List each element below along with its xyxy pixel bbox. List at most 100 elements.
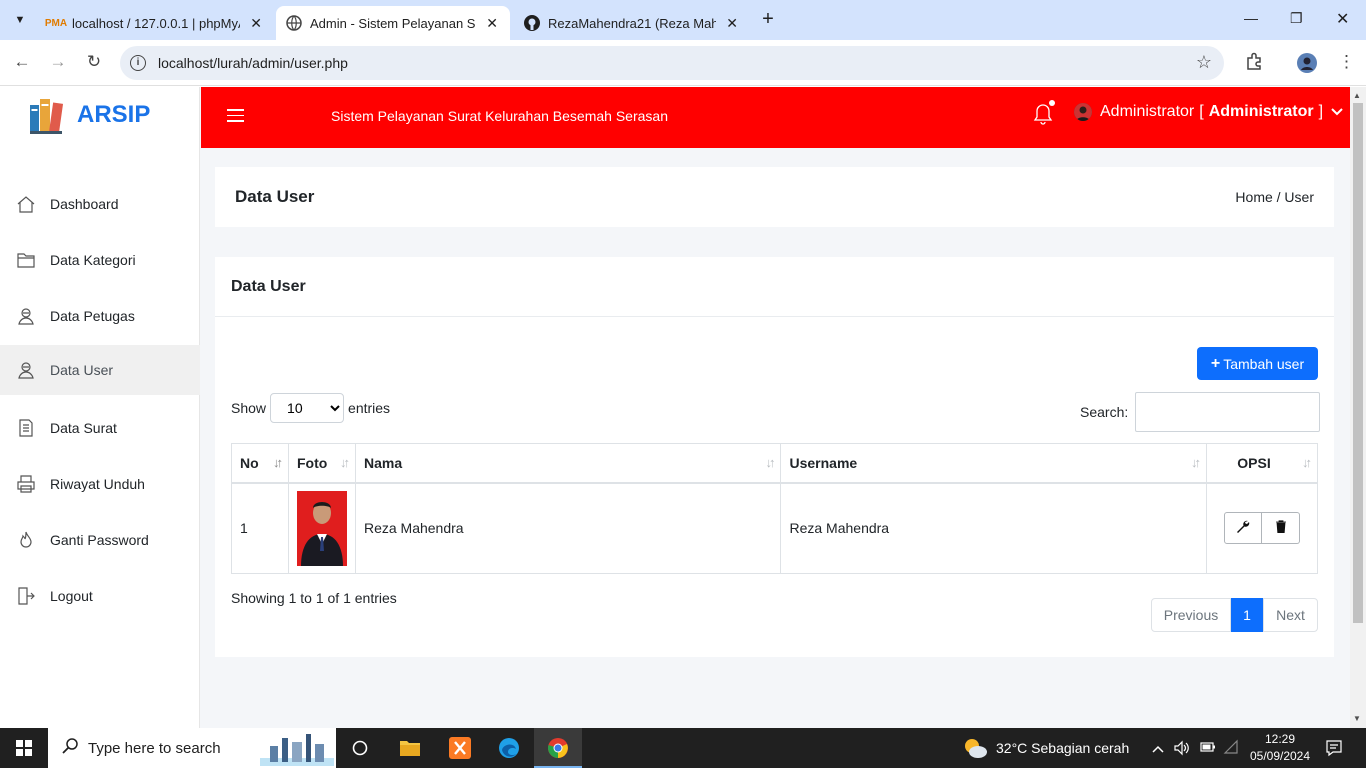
action-group xyxy=(1215,512,1309,545)
column-header-username[interactable]: Username ↓↑ xyxy=(780,443,1207,484)
sidebar-item-data-user[interactable]: Data User xyxy=(0,345,200,395)
user-icon xyxy=(15,305,37,327)
chevron-up-icon[interactable] xyxy=(1152,740,1164,756)
sort-icon: ↓↑ xyxy=(1302,455,1312,470)
web-page: ARSIP Dashboard Data Kategori Data Petug… xyxy=(0,87,1350,728)
scrollbar-thumb[interactable] xyxy=(1353,103,1363,623)
page-length-select[interactable]: 10 xyxy=(270,393,345,423)
address-bar[interactable]: i localhost/lurah/admin/user.php ☆ xyxy=(120,46,1224,80)
xampp-icon[interactable] xyxy=(448,736,472,760)
extensions-icon[interactable] xyxy=(1245,52,1263,75)
sidebar-item-data-kategori[interactable]: Data Kategori xyxy=(0,235,200,285)
taskbar-clock[interactable]: 12:29 05/09/2024 xyxy=(1246,731,1314,765)
sidebar-item-riwayat-unduh[interactable]: Riwayat Unduh xyxy=(0,459,200,509)
card-divider xyxy=(215,316,1334,317)
bookmark-star-icon[interactable]: ☆ xyxy=(1196,52,1212,73)
column-header-foto[interactable]: Foto ↓↑ xyxy=(287,443,356,484)
brand[interactable]: ARSIP xyxy=(28,95,150,135)
edge-icon[interactable] xyxy=(497,736,521,760)
speaker-icon[interactable] xyxy=(1174,740,1190,759)
sidebar-item-data-petugas[interactable]: Data Petugas xyxy=(0,291,200,341)
column-header-nama[interactable]: Nama ↓↑ xyxy=(354,443,782,484)
add-user-label: Tambah user xyxy=(1223,355,1305,372)
top-navbar: Sistem Pelayanan Surat Kelurahan Besemah… xyxy=(201,87,1350,148)
chrome-icon[interactable] xyxy=(546,736,570,760)
sort-asc-icon: ↓↑ xyxy=(272,455,283,470)
table-info: Showing 1 to 1 of 1 entries xyxy=(231,590,397,606)
column-header-no[interactable]: No ↓↑ xyxy=(231,443,289,484)
url-text[interactable]: localhost/lurah/admin/user.php xyxy=(158,55,348,71)
windows-start-icon[interactable] xyxy=(16,740,32,756)
minimize-button[interactable]: — xyxy=(1244,10,1258,26)
user-photo xyxy=(296,490,347,566)
close-icon[interactable]: ✕ xyxy=(724,15,740,32)
page-scrollbar[interactable]: ▲ ▼ xyxy=(1350,87,1366,728)
hamburger-menu-icon[interactable] xyxy=(227,109,244,126)
clock-time: 12:29 xyxy=(1264,732,1296,746)
user-icon xyxy=(15,359,37,381)
show-label: Show xyxy=(231,400,267,416)
weather-text[interactable]: 32°C Sebagian cerah xyxy=(996,740,1129,756)
back-icon[interactable]: ← xyxy=(11,52,33,72)
search-input[interactable] xyxy=(1135,392,1321,432)
bell-icon[interactable] xyxy=(1033,100,1055,127)
entries-label: entries xyxy=(348,400,391,416)
tab-search-button[interactable]: ▼ xyxy=(8,8,32,32)
cell-foto xyxy=(287,482,356,574)
sidebar-item-label: Ganti Password xyxy=(50,532,149,548)
forward-icon[interactable]: → xyxy=(47,52,69,72)
sidebar-item-label: Data Kategori xyxy=(50,252,136,268)
browser-tab-bar: ▼ PMA localhost / 127.0.0.1 | phpMyAdmin… xyxy=(0,0,1366,40)
cell-nama: Reza Mahendra xyxy=(354,482,782,574)
table-row: 1 Reza Mahendra Reza Mahendra xyxy=(231,482,1318,574)
taskbar-search-box[interactable]: Type here to search xyxy=(48,728,336,768)
avatar xyxy=(1074,103,1092,121)
battery-icon[interactable] xyxy=(1199,740,1217,757)
network-icon[interactable] xyxy=(1223,739,1239,758)
add-user-button[interactable]: + Tambah user xyxy=(1197,347,1318,380)
new-tab-button[interactable]: + xyxy=(758,8,778,31)
city-skyline-icon xyxy=(260,732,334,770)
fire-icon xyxy=(15,529,37,551)
next-button[interactable]: Next xyxy=(1263,598,1318,632)
search-placeholder: Type here to search xyxy=(88,739,221,757)
page-1-button[interactable]: 1 xyxy=(1231,598,1263,632)
previous-button[interactable]: Previous xyxy=(1151,598,1231,632)
sidebar-item-ganti-password[interactable]: Ganti Password xyxy=(0,515,200,565)
delete-button[interactable] xyxy=(1262,512,1300,545)
scroll-down-icon[interactable]: ▼ xyxy=(1353,714,1361,723)
sidebar-item-label: Logout xyxy=(50,588,93,604)
column-label: Username xyxy=(789,454,858,471)
breadcrumb[interactable]: Home / User xyxy=(1235,189,1314,205)
restore-button[interactable]: ❐ xyxy=(1290,10,1303,27)
sidebar-item-logout[interactable]: Logout xyxy=(0,571,200,621)
app-name: Sistem Pelayanan Surat Kelurahan Besemah… xyxy=(331,108,668,124)
user-menu[interactable]: Administrator [ Administrator ] xyxy=(1074,103,1343,121)
sidebar-item-data-surat[interactable]: Data Surat xyxy=(0,403,200,453)
tab-title: Admin - Sistem Pelayanan Surat xyxy=(310,15,476,31)
edit-button[interactable] xyxy=(1224,512,1262,545)
sidebar-item-dashboard[interactable]: Dashboard xyxy=(0,179,200,229)
tab-admin[interactable]: Admin - Sistem Pelayanan Surat ✕ xyxy=(276,6,510,40)
site-info-icon[interactable]: i xyxy=(130,55,146,71)
windows-taskbar: Type here to search 32°C Sebagian cerah … xyxy=(0,728,1366,768)
logout-icon xyxy=(15,585,37,607)
notification-center-icon[interactable] xyxy=(1325,739,1343,760)
browser-menu-icon[interactable]: ⋮ xyxy=(1338,52,1355,72)
close-icon[interactable]: ✕ xyxy=(484,15,500,32)
close-icon[interactable]: ✕ xyxy=(248,15,264,32)
table-header-row: No ↓↑ Foto ↓↑ Nama ↓↑ Username ↓↑ OPSI ↓↑ xyxy=(231,443,1318,484)
tab-phpmyadmin[interactable]: PMA localhost / 127.0.0.1 | phpMyAdmin ✕ xyxy=(38,6,274,40)
weather-icon[interactable] xyxy=(962,736,988,763)
sidebar-item-label: Data Surat xyxy=(50,420,117,436)
scroll-up-icon[interactable]: ▲ xyxy=(1353,91,1361,100)
tab-github[interactable]: RezaMahendra21 (Reza Mahendra) ✕ xyxy=(514,6,750,40)
search-icon xyxy=(62,737,78,759)
close-window-button[interactable]: ✕ xyxy=(1336,9,1349,29)
column-header-opsi[interactable]: OPSI ↓↑ xyxy=(1206,443,1318,484)
file-explorer-icon[interactable] xyxy=(398,736,422,760)
task-view-icon[interactable] xyxy=(348,736,372,760)
printer-icon xyxy=(15,473,37,495)
profile-avatar[interactable] xyxy=(1297,53,1317,78)
reload-icon[interactable]: ↻ xyxy=(83,52,105,72)
